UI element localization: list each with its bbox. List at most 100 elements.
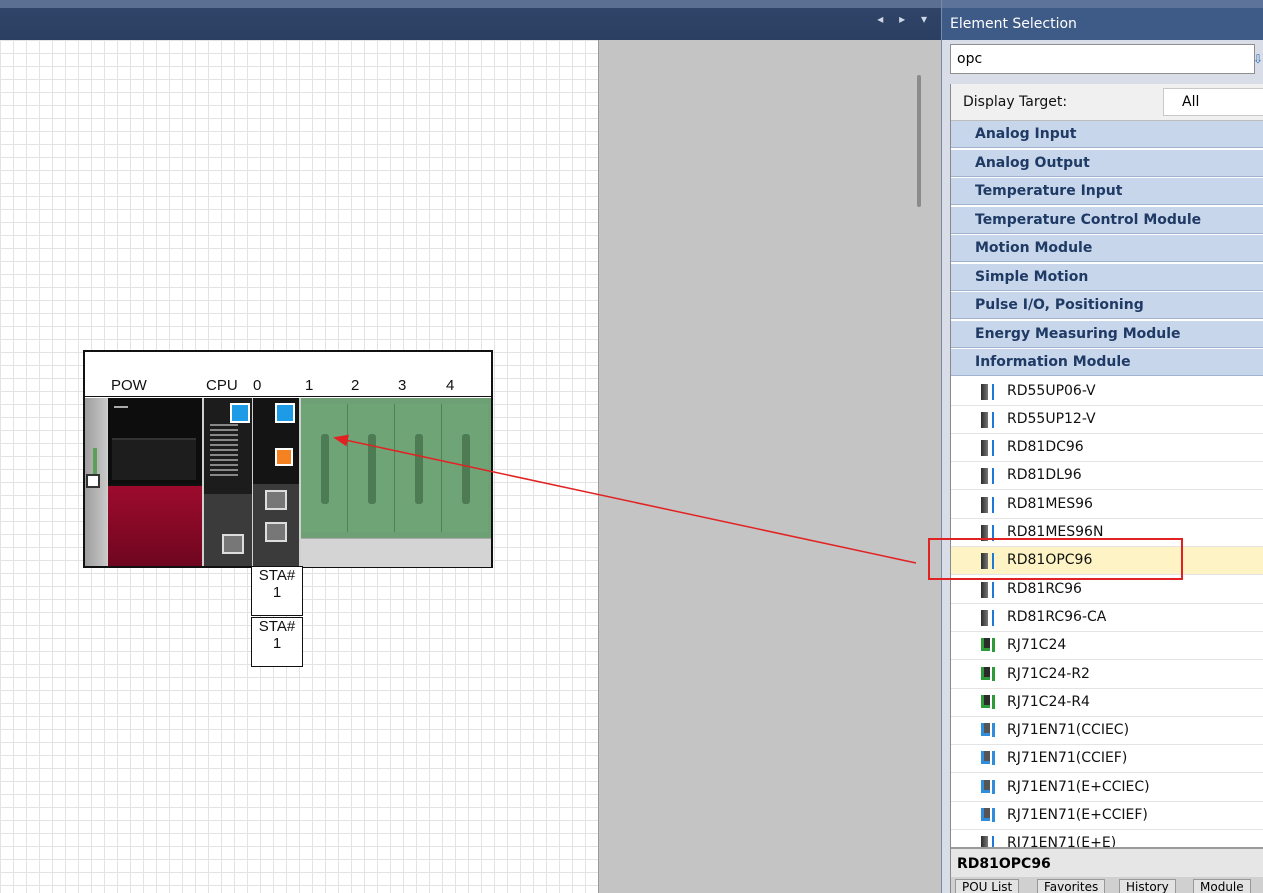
selected-element-name: RD81OPC96	[951, 847, 1263, 877]
slot-handle-icon	[368, 434, 376, 504]
module-grey-icon	[981, 609, 994, 626]
element-list-item[interactable]: RJ71EN71(E+CCIEF)	[951, 802, 1263, 830]
panel-title-bar: Element Selection	[942, 0, 1263, 40]
slot-handle-icon	[415, 434, 423, 504]
empty-slot-1[interactable]	[301, 404, 348, 532]
power-led-icon	[114, 406, 128, 408]
element-list-item-label: RJ71EN71(E+CCIEC)	[1007, 778, 1150, 795]
element-list-item[interactable]: RD81DC96	[951, 434, 1263, 463]
editor-title-bar: ◂ ▸ ▾	[0, 0, 941, 40]
canvas-vertical-scrollbar[interactable]	[917, 75, 921, 207]
power-supply-module[interactable]	[108, 398, 202, 566]
module-blue-icon	[981, 808, 995, 822]
display-target-label: Display Target:	[963, 94, 1068, 110]
station-label-2: STA# 1	[251, 617, 303, 667]
tab-pou-list[interactable]: POU List	[955, 879, 1020, 893]
element-list-item-label: RD81RC96	[1007, 580, 1082, 597]
element-list-item-label: RJ71C24-R4	[1007, 693, 1090, 710]
category-row[interactable]: Pulse I/O, Positioning	[951, 292, 1263, 319]
slot-label-pow: POW	[111, 377, 147, 394]
power-module-cover	[108, 486, 202, 566]
slot-label-1: 1	[305, 377, 314, 394]
cpu-ethernet-port-icon	[222, 534, 244, 554]
element-list-item[interactable]: RJ71EN71(CCIEF)	[951, 745, 1263, 774]
element-list-item[interactable]: RJ71C24	[951, 632, 1263, 661]
module-grey-icon	[981, 496, 994, 513]
category-row[interactable]: Motion Module	[951, 235, 1263, 262]
slot-label-3: 3	[398, 377, 407, 394]
cpu-module[interactable]	[204, 398, 252, 566]
element-list-container: Display Target: All Analog Input Analog O…	[950, 84, 1263, 893]
empty-slot-2[interactable]	[348, 404, 395, 532]
title-bar-strip	[0, 0, 941, 8]
element-list-item[interactable]: RD81MES96	[951, 490, 1263, 519]
tab-module[interactable]: Module	[1193, 879, 1251, 893]
network-warning-icon	[275, 448, 293, 466]
search-input[interactable]	[950, 44, 1255, 74]
network-port-1-icon	[265, 490, 287, 510]
category-row[interactable]: Information Module	[951, 349, 1263, 376]
module-grey-icon	[981, 440, 994, 457]
element-list-item-label: RD81DL96	[1007, 467, 1082, 484]
empty-slot-3[interactable]	[395, 404, 442, 532]
module-blue-icon	[981, 751, 995, 766]
empty-slots-area[interactable]	[301, 398, 491, 567]
cpu-led-array	[210, 424, 238, 476]
slot-label-0: 0	[253, 377, 262, 394]
tab-history[interactable]: History	[1119, 879, 1176, 893]
display-target-row: Display Target: All	[951, 84, 1263, 121]
station-label-number: 1	[272, 635, 282, 652]
element-list-item-label: RJ71EN71(CCIEF)	[1007, 750, 1128, 767]
rack-slot-header: POW CPU 0 1 2 3 4	[85, 352, 491, 397]
module-grey-icon	[981, 383, 994, 400]
category-row[interactable]: Energy Measuring Module	[951, 320, 1263, 348]
element-list-item[interactable]: RJ71EN71(E+CCIEC)	[951, 773, 1263, 802]
element-selection-panel: Element Selection Display Target: All An…	[941, 0, 1263, 893]
slot-handle-icon	[462, 434, 470, 504]
category-row[interactable]: Temperature Input	[951, 178, 1263, 205]
slot-label-4: 4	[446, 377, 455, 394]
base-end-module[interactable]	[85, 398, 107, 566]
power-module-window	[112, 438, 196, 480]
category-row[interactable]: Temperature Control Module	[951, 206, 1263, 234]
network-port-2-icon	[265, 522, 287, 542]
station-label-number: 1	[272, 584, 282, 601]
element-list-item[interactable]: RD81DL96	[951, 462, 1263, 491]
element-list-item[interactable]: RD81RC96-CA	[951, 603, 1263, 632]
base-indicator-icon	[86, 474, 100, 488]
module-green-icon	[981, 638, 995, 653]
module-grey-icon	[981, 581, 994, 598]
panel-bottom-tabs: POU List Favorites History Module	[951, 877, 1263, 893]
element-list-item[interactable]: RD55UP06-V	[951, 377, 1263, 406]
element-list-item-label: RJ71EN71(CCIEC)	[1007, 722, 1130, 739]
display-target-select[interactable]: All	[1163, 88, 1263, 116]
station-label-text: STA#	[258, 567, 296, 584]
element-list-item[interactable]: RJ71C24-R4	[951, 688, 1263, 717]
module-grey-icon	[981, 411, 994, 428]
module-blue-icon	[981, 779, 995, 794]
tab-favorites[interactable]: Favorites	[1037, 879, 1106, 893]
element-list-item[interactable]: RJ71C24-R2	[951, 660, 1263, 689]
category-row[interactable]: Simple Motion	[951, 263, 1263, 291]
slot-label-2: 2	[351, 377, 360, 394]
element-list-item-label: RD81RC96-CA	[1007, 608, 1107, 625]
empty-slots-base	[301, 538, 491, 567]
empty-slot-4[interactable]	[442, 404, 488, 532]
search-option-icon[interactable]: ⇩	[1253, 52, 1263, 66]
element-list-item-label: RJ71C24-R2	[1007, 665, 1090, 682]
category-row[interactable]: Analog Output	[951, 149, 1263, 177]
base-unit-rack[interactable]: POW CPU 0 1 2 3 4	[83, 350, 493, 568]
element-list-item[interactable]: RJ71EN71(CCIEC)	[951, 717, 1263, 746]
element-list-item-label: RJ71EN71(E+CCIEF)	[1007, 807, 1148, 823]
tab-nav-arrows-icon[interactable]: ◂ ▸ ▾	[877, 12, 933, 26]
rack-body	[85, 398, 491, 567]
module-grey-icon	[981, 468, 994, 485]
element-list-item-label: RD81MES96	[1007, 495, 1093, 512]
network-module-slot-0[interactable]	[253, 398, 299, 566]
cpu-status-icon	[230, 403, 250, 423]
cpu-lower-panel	[204, 494, 252, 566]
element-list-item-label: RJ71C24	[1007, 637, 1067, 654]
element-list-item[interactable]: RD55UP12-V	[951, 405, 1263, 434]
category-row[interactable]: Analog Input	[951, 121, 1263, 148]
element-list-item-label: RD55UP06-V	[1007, 382, 1096, 399]
